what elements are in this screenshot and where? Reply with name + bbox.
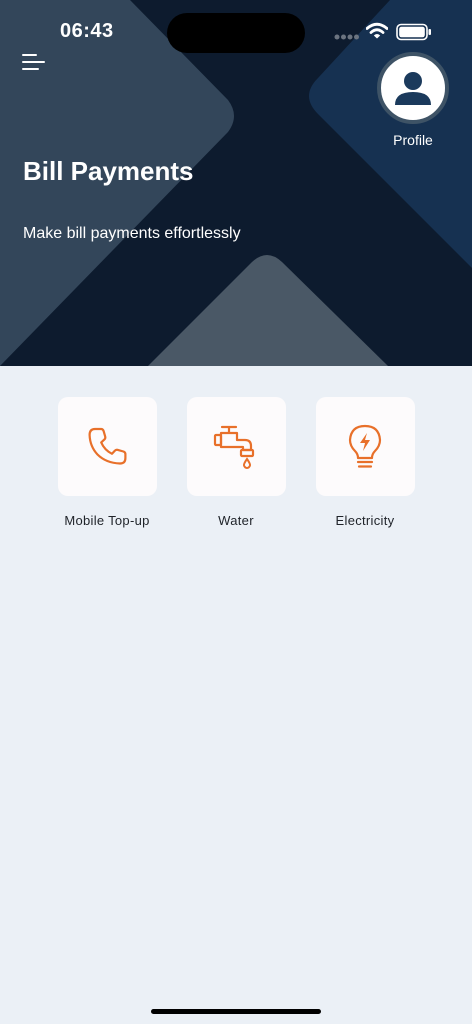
profile-avatar[interactable] [377, 52, 449, 124]
phone-icon [88, 427, 127, 465]
dynamic-island [167, 13, 305, 53]
service-card[interactable] [186, 397, 286, 496]
services-grid: Mobile Top-up Water Electricity [0, 397, 472, 537]
service-label: Mobile Top-up [64, 513, 150, 528]
menu-icon[interactable] [22, 52, 46, 72]
home-indicator[interactable] [151, 1009, 321, 1014]
page-title: Bill Payments [23, 156, 194, 186]
service-card[interactable] [315, 397, 415, 496]
service-card[interactable] [57, 397, 157, 496]
lightbulb-icon [348, 424, 382, 468]
service-label: Water [218, 513, 254, 528]
profile-label: Profile [393, 132, 433, 148]
page-subtitle: Make bill payments effortlessly [23, 225, 241, 242]
header-banner: 06:43 Profile Bill Payments Make bill pa… [0, 0, 472, 366]
profile-button[interactable]: Profile [372, 52, 454, 148]
bill-payments-screen: 06:43 Profile Bill Payments Make bill pa… [0, 0, 472, 1024]
service-mobile-top-up[interactable]: Mobile Top-up [47, 397, 167, 528]
wifi-icon [366, 22, 388, 39]
status-time: 06:43 [60, 20, 114, 42]
cellular-signal-icon [334, 34, 359, 40]
battery-icon [396, 23, 431, 41]
service-water[interactable]: Water [176, 397, 296, 528]
faucet-icon [213, 425, 255, 469]
service-label: Electricity [335, 513, 395, 528]
service-electricity[interactable]: Electricity [305, 397, 425, 528]
user-icon [395, 72, 431, 105]
